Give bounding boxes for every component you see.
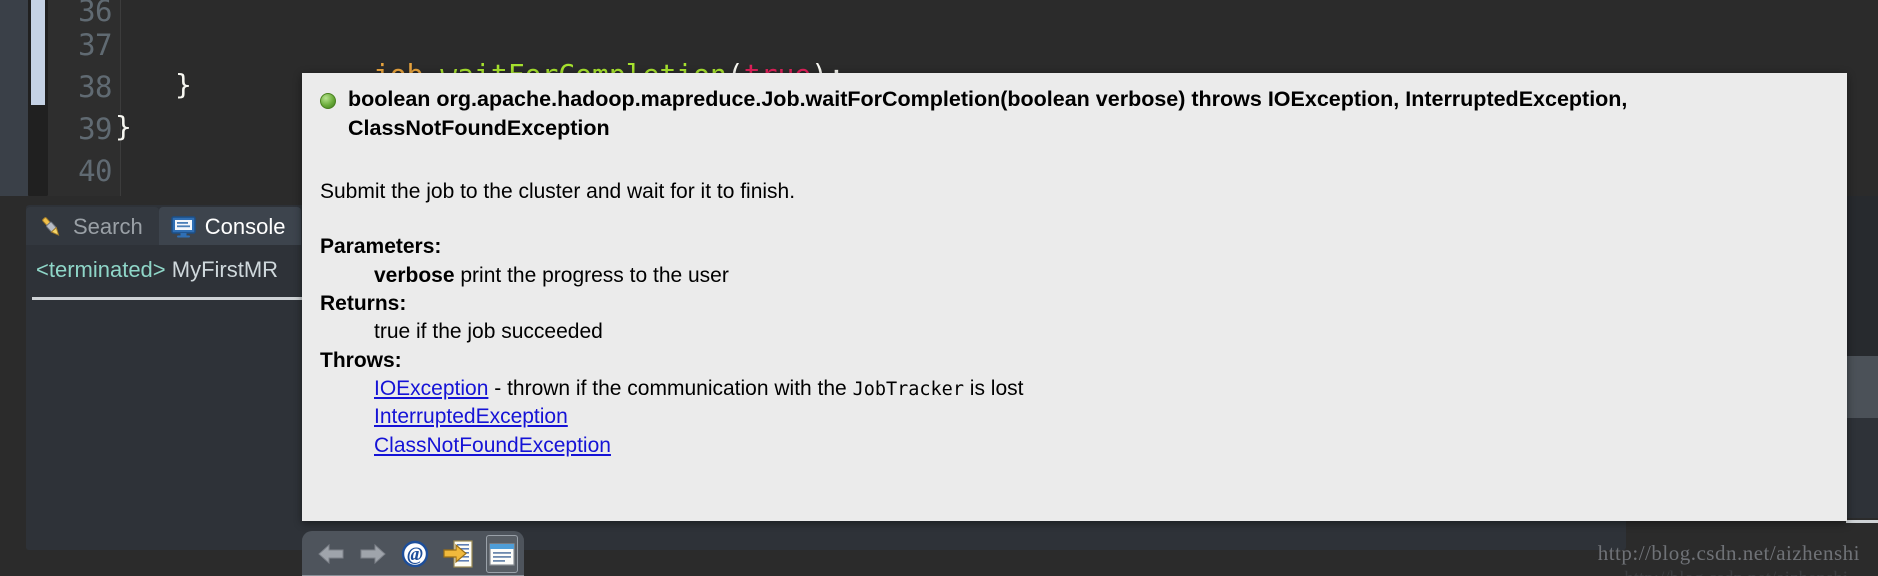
scrollbar-thumb[interactable] [1846,356,1878,418]
screen-root: 36 37 38 39 40 job.waitForCompletion(tru… [0,0,1878,576]
console-divider [32,297,326,300]
console-launch-name: MyFirstMR [165,257,279,282]
back-arrow-icon[interactable] [316,536,346,572]
javadoc-throws-link-ioexception[interactable]: IOException [374,377,488,400]
tab-search[interactable]: Search [26,207,159,247]
javadoc-returns-label: Returns: [320,292,407,316]
javadoc-throws-entry: ClassNotFoundException [374,432,1833,460]
javadoc-description: Submit the job to the cluster and wait f… [320,180,796,203]
javadoc-throws-label: Throws: [320,348,402,372]
editor-line-number-gutter: 36 37 38 39 40 [48,0,121,196]
tab-console-label: Console [204,214,286,239]
editor-marker-bar[interactable] [0,0,28,196]
search-icon [38,214,64,240]
scrollbar-track-upper[interactable] [1846,196,1878,356]
javadoc-method-signature: boolean org.apache.hadoop.mapreduce.Job.… [348,87,1628,141]
console-icon [170,216,196,238]
javadoc-signature-header: boolean org.apache.hadoop.mapreduce.Job.… [302,73,1847,147]
javadoc-throws-entry: InterruptedException [374,403,1833,431]
right-edge-column [1846,0,1878,576]
watermark-url-echo: http://blog.csdn.net/aizhenshi [1624,568,1848,576]
panel-divider-line [1846,520,1878,523]
javadoc-parameter-description: print the progress to the user [454,263,729,287]
javadoc-parameter-name: verbose [374,263,455,287]
scrollbar-track-lower[interactable] [1846,418,1878,518]
code-line-38: } [175,68,192,101]
javadoc-throws-link-classnotfoundexception[interactable]: ClassNotFoundException [374,434,611,457]
at-sign-icon[interactable]: @ [400,536,430,572]
line-number: 39 [78,112,112,146]
console-terminated-badge: <terminated> [36,257,166,282]
editor-change-marker [31,0,45,105]
line-number: 37 [78,28,112,62]
javadoc-returns-description: true if the job succeeded [374,320,603,344]
line-number: 38 [78,70,112,104]
forward-arrow-icon[interactable] [358,536,388,572]
line-number: 36 [78,0,112,28]
javadoc-parameters-label: Parameters: [320,235,442,259]
line-number: 40 [78,154,112,188]
open-declaration-icon[interactable] [442,536,474,572]
green-method-bullet-icon [320,93,336,109]
code-line-39: } [115,110,132,143]
javadoc-tooltip-toolbar[interactable]: @ [302,531,524,576]
javadoc-throws-desc-before: - thrown if the communication with the [488,377,853,401]
open-attached-javadoc-icon[interactable] [486,534,518,573]
console-launch-status: <terminated> MyFirstMR [36,257,278,283]
javadoc-parameter-entry: verbose print the progress to the user [374,262,1833,290]
javadoc-throws-desc-after: is lost [963,377,1024,401]
javadoc-throws-code-jobtracker: JobTracker [852,379,964,401]
javadoc-hover-tooltip[interactable]: boolean org.apache.hadoop.mapreduce.Job.… [302,73,1847,521]
javadoc-throws-link-interruptedexception[interactable]: InterruptedException [374,405,568,428]
tab-console[interactable]: Console [158,207,302,247]
watermark-url: http://blog.csdn.net/aizhenshi [1597,541,1860,565]
javadoc-throws-entry: IOException - thrown if the communicatio… [374,375,1833,403]
svg-text:@: @ [407,544,423,565]
javadoc-body: Submit the job to the cluster and wait f… [320,178,1833,460]
tab-search-label: Search [73,214,143,239]
view-tab-bar: Search Console [26,205,302,247]
